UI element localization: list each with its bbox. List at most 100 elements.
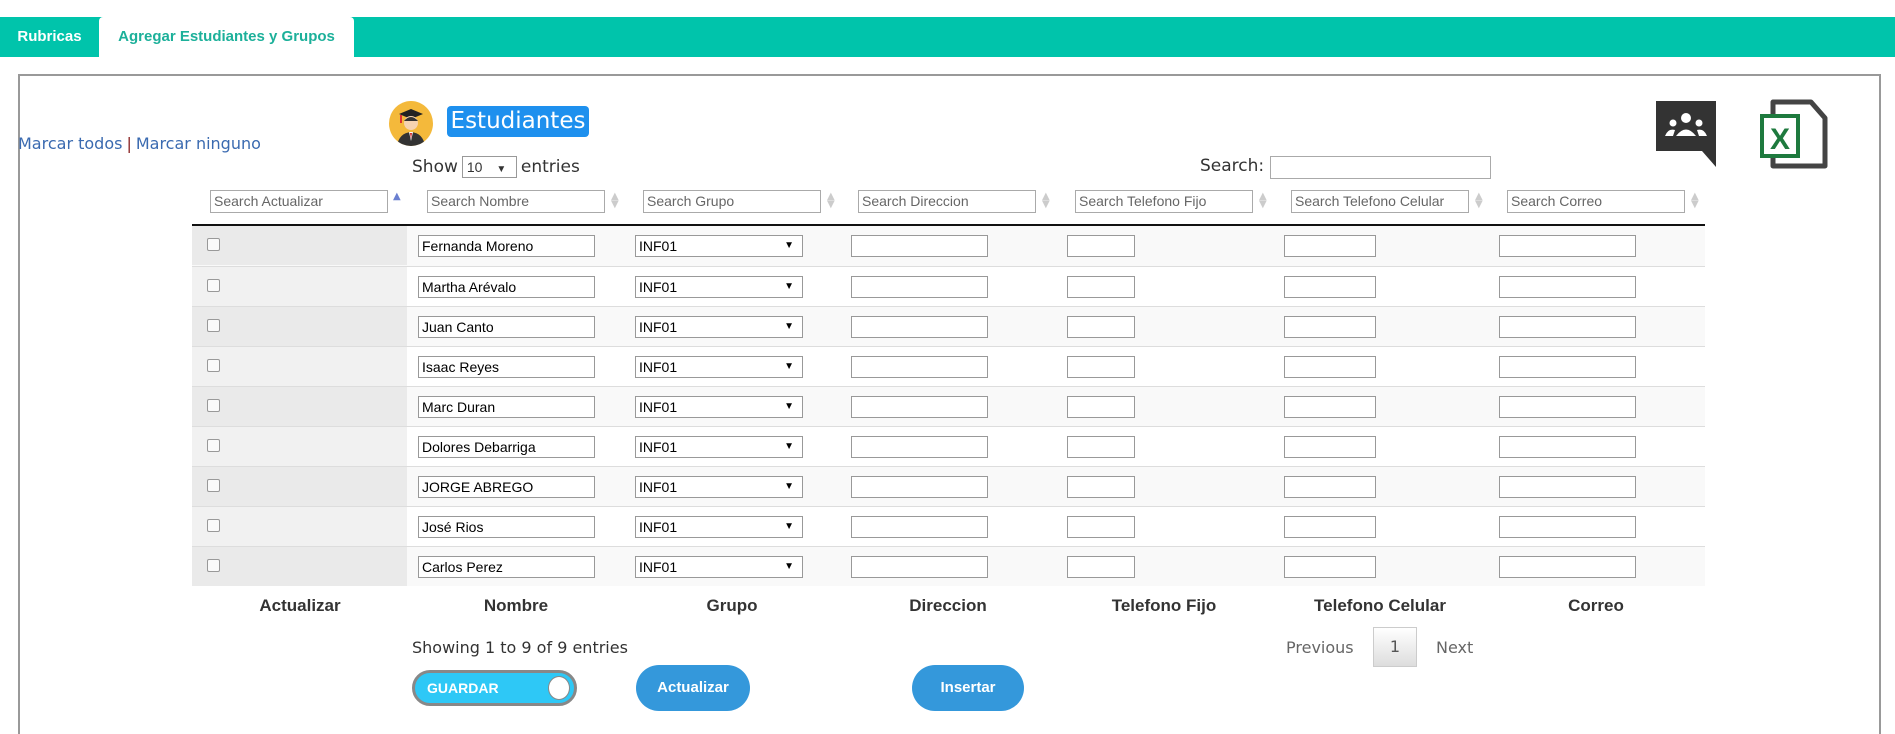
correo-input[interactable] — [1499, 436, 1636, 458]
row-checkbox[interactable] — [207, 439, 220, 452]
telefono-fijo-input[interactable] — [1067, 316, 1135, 338]
sort-icon[interactable]: ▲ ▼ — [611, 192, 619, 210]
dropdown-arrow-icon: ▼ — [784, 240, 794, 251]
direccion-input[interactable] — [851, 476, 988, 498]
group-chat-icon[interactable] — [1656, 101, 1717, 171]
column-header-telefono-celular[interactable]: Telefono Celular — [1272, 596, 1488, 616]
direccion-input[interactable] — [851, 436, 988, 458]
sort-icon[interactable]: ▲ ▼ — [1042, 192, 1050, 210]
direccion-input[interactable] — [851, 556, 988, 578]
sort-asc-icon[interactable]: ▲ — [393, 192, 401, 202]
next-page-button[interactable]: Next — [1436, 638, 1473, 657]
excel-icon[interactable]: X — [1759, 98, 1834, 174]
nombre-input[interactable]: Marc Duran — [418, 396, 595, 418]
grupo-select[interactable]: INF01 ▼ — [635, 356, 803, 378]
telefono-celular-input[interactable] — [1284, 476, 1376, 498]
nombre-input[interactable]: Juan Canto — [418, 316, 595, 338]
grupo-select[interactable]: INF01 ▼ — [635, 556, 803, 578]
correo-input[interactable] — [1499, 356, 1636, 378]
telefono-fijo-input[interactable] — [1067, 356, 1135, 378]
column-header-direccion[interactable]: Direccion — [840, 596, 1056, 616]
correo-input[interactable] — [1499, 235, 1636, 257]
row-checkbox[interactable] — [207, 279, 220, 292]
row-checkbox[interactable] — [207, 359, 220, 372]
guardar-toggle[interactable]: GUARDAR — [412, 670, 577, 706]
telefono-fijo-input[interactable] — [1067, 476, 1135, 498]
nombre-input[interactable]: José Rios — [418, 516, 595, 538]
telefono-celular-input[interactable] — [1284, 396, 1376, 418]
nombre-input[interactable]: Isaac Reyes — [418, 356, 595, 378]
grupo-select[interactable]: INF01 ▼ — [635, 516, 803, 538]
telefono-fijo-input[interactable] — [1067, 556, 1135, 578]
insertar-button[interactable]: Insertar — [912, 665, 1024, 711]
filter-direccion[interactable]: Search Direccion — [858, 190, 1036, 213]
direccion-input[interactable] — [851, 276, 988, 298]
grupo-select[interactable]: INF01 ▼ — [635, 436, 803, 458]
grupo-select[interactable]: INF01 ▼ — [635, 476, 803, 498]
telefono-celular-input[interactable] — [1284, 356, 1376, 378]
row-checkbox[interactable] — [207, 319, 220, 332]
telefono-fijo-input[interactable] — [1067, 436, 1135, 458]
telefono-celular-input[interactable] — [1284, 276, 1376, 298]
row-checkbox[interactable] — [207, 519, 220, 532]
nombre-input[interactable]: Martha Arévalo — [418, 276, 595, 298]
column-header-grupo[interactable]: Grupo — [624, 596, 840, 616]
sort-icon[interactable]: ▲ ▼ — [1475, 192, 1483, 210]
direccion-input[interactable] — [851, 316, 988, 338]
nombre-input[interactable]: JORGE ABREGO — [418, 476, 595, 498]
telefono-celular-input[interactable] — [1284, 436, 1376, 458]
direccion-input[interactable] — [851, 396, 988, 418]
search-input[interactable] — [1270, 156, 1491, 179]
filter-grupo[interactable]: Search Grupo — [643, 190, 821, 213]
nombre-input[interactable]: Fernanda Moreno — [418, 235, 595, 257]
actualizar-cell — [192, 427, 407, 466]
sort-icon[interactable]: ▲ ▼ — [1691, 192, 1699, 210]
filter-telefono-celular[interactable]: Search Telefono Celular — [1291, 190, 1469, 213]
page-1-button[interactable]: 1 — [1373, 627, 1417, 667]
previous-page-button[interactable]: Previous — [1286, 638, 1354, 657]
telefono-fijo-input[interactable] — [1067, 276, 1135, 298]
correo-input[interactable] — [1499, 476, 1636, 498]
telefono-celular-input[interactable] — [1284, 316, 1376, 338]
grupo-select[interactable]: INF01 ▼ — [635, 396, 803, 418]
mark-all-link[interactable]: Marcar todos — [18, 134, 122, 153]
direccion-input[interactable] — [851, 516, 988, 538]
grupo-select[interactable]: INF01 ▼ — [635, 316, 803, 338]
sort-icon[interactable]: ▲ ▼ — [1259, 192, 1267, 210]
column-header-correo[interactable]: Correo — [1488, 596, 1704, 616]
filter-nombre[interactable]: Search Nombre — [427, 190, 605, 213]
mark-none-link[interactable]: Marcar ninguno — [136, 134, 261, 153]
column-header-actualizar[interactable]: Actualizar — [192, 596, 408, 616]
telefono-fijo-input[interactable] — [1067, 235, 1135, 257]
nombre-input[interactable]: Carlos Perez — [418, 556, 595, 578]
nombre-input[interactable]: Dolores Debarriga — [418, 436, 595, 458]
actualizar-button[interactable]: Actualizar — [636, 665, 750, 711]
column-header-telefono-fijo[interactable]: Telefono Fijo — [1056, 596, 1272, 616]
sort-icon[interactable]: ▲ ▼ — [827, 192, 835, 210]
direccion-input[interactable] — [851, 235, 988, 257]
grupo-select[interactable]: INF01 ▼ — [635, 235, 803, 257]
correo-input[interactable] — [1499, 556, 1636, 578]
correo-input[interactable] — [1499, 516, 1636, 538]
telefono-fijo-input[interactable] — [1067, 396, 1135, 418]
row-checkbox[interactable] — [207, 559, 220, 572]
telefono-celular-input[interactable] — [1284, 235, 1376, 257]
row-checkbox[interactable] — [207, 238, 220, 251]
entries-select[interactable]: 10 ▼ — [461, 156, 517, 178]
column-header-nombre[interactable]: Nombre — [408, 596, 624, 616]
filter-correo[interactable]: Search Correo — [1507, 190, 1685, 213]
telefono-celular-input[interactable] — [1284, 516, 1376, 538]
row-checkbox[interactable] — [207, 399, 220, 412]
tab-agregar-estudiantes[interactable]: Agregar Estudiantes y Grupos — [99, 17, 354, 57]
telefono-fijo-input[interactable] — [1067, 516, 1135, 538]
tab-rubricas[interactable]: Rubricas — [0, 17, 99, 57]
correo-input[interactable] — [1499, 276, 1636, 298]
direccion-input[interactable] — [851, 356, 988, 378]
grupo-select[interactable]: INF01 ▼ — [635, 276, 803, 298]
filter-actualizar[interactable]: Search Actualizar — [210, 190, 388, 213]
telefono-celular-input[interactable] — [1284, 556, 1376, 578]
filter-telefono-fijo[interactable]: Search Telefono Fijo — [1075, 190, 1253, 213]
row-checkbox[interactable] — [207, 479, 220, 492]
correo-input[interactable] — [1499, 396, 1636, 418]
correo-input[interactable] — [1499, 316, 1636, 338]
